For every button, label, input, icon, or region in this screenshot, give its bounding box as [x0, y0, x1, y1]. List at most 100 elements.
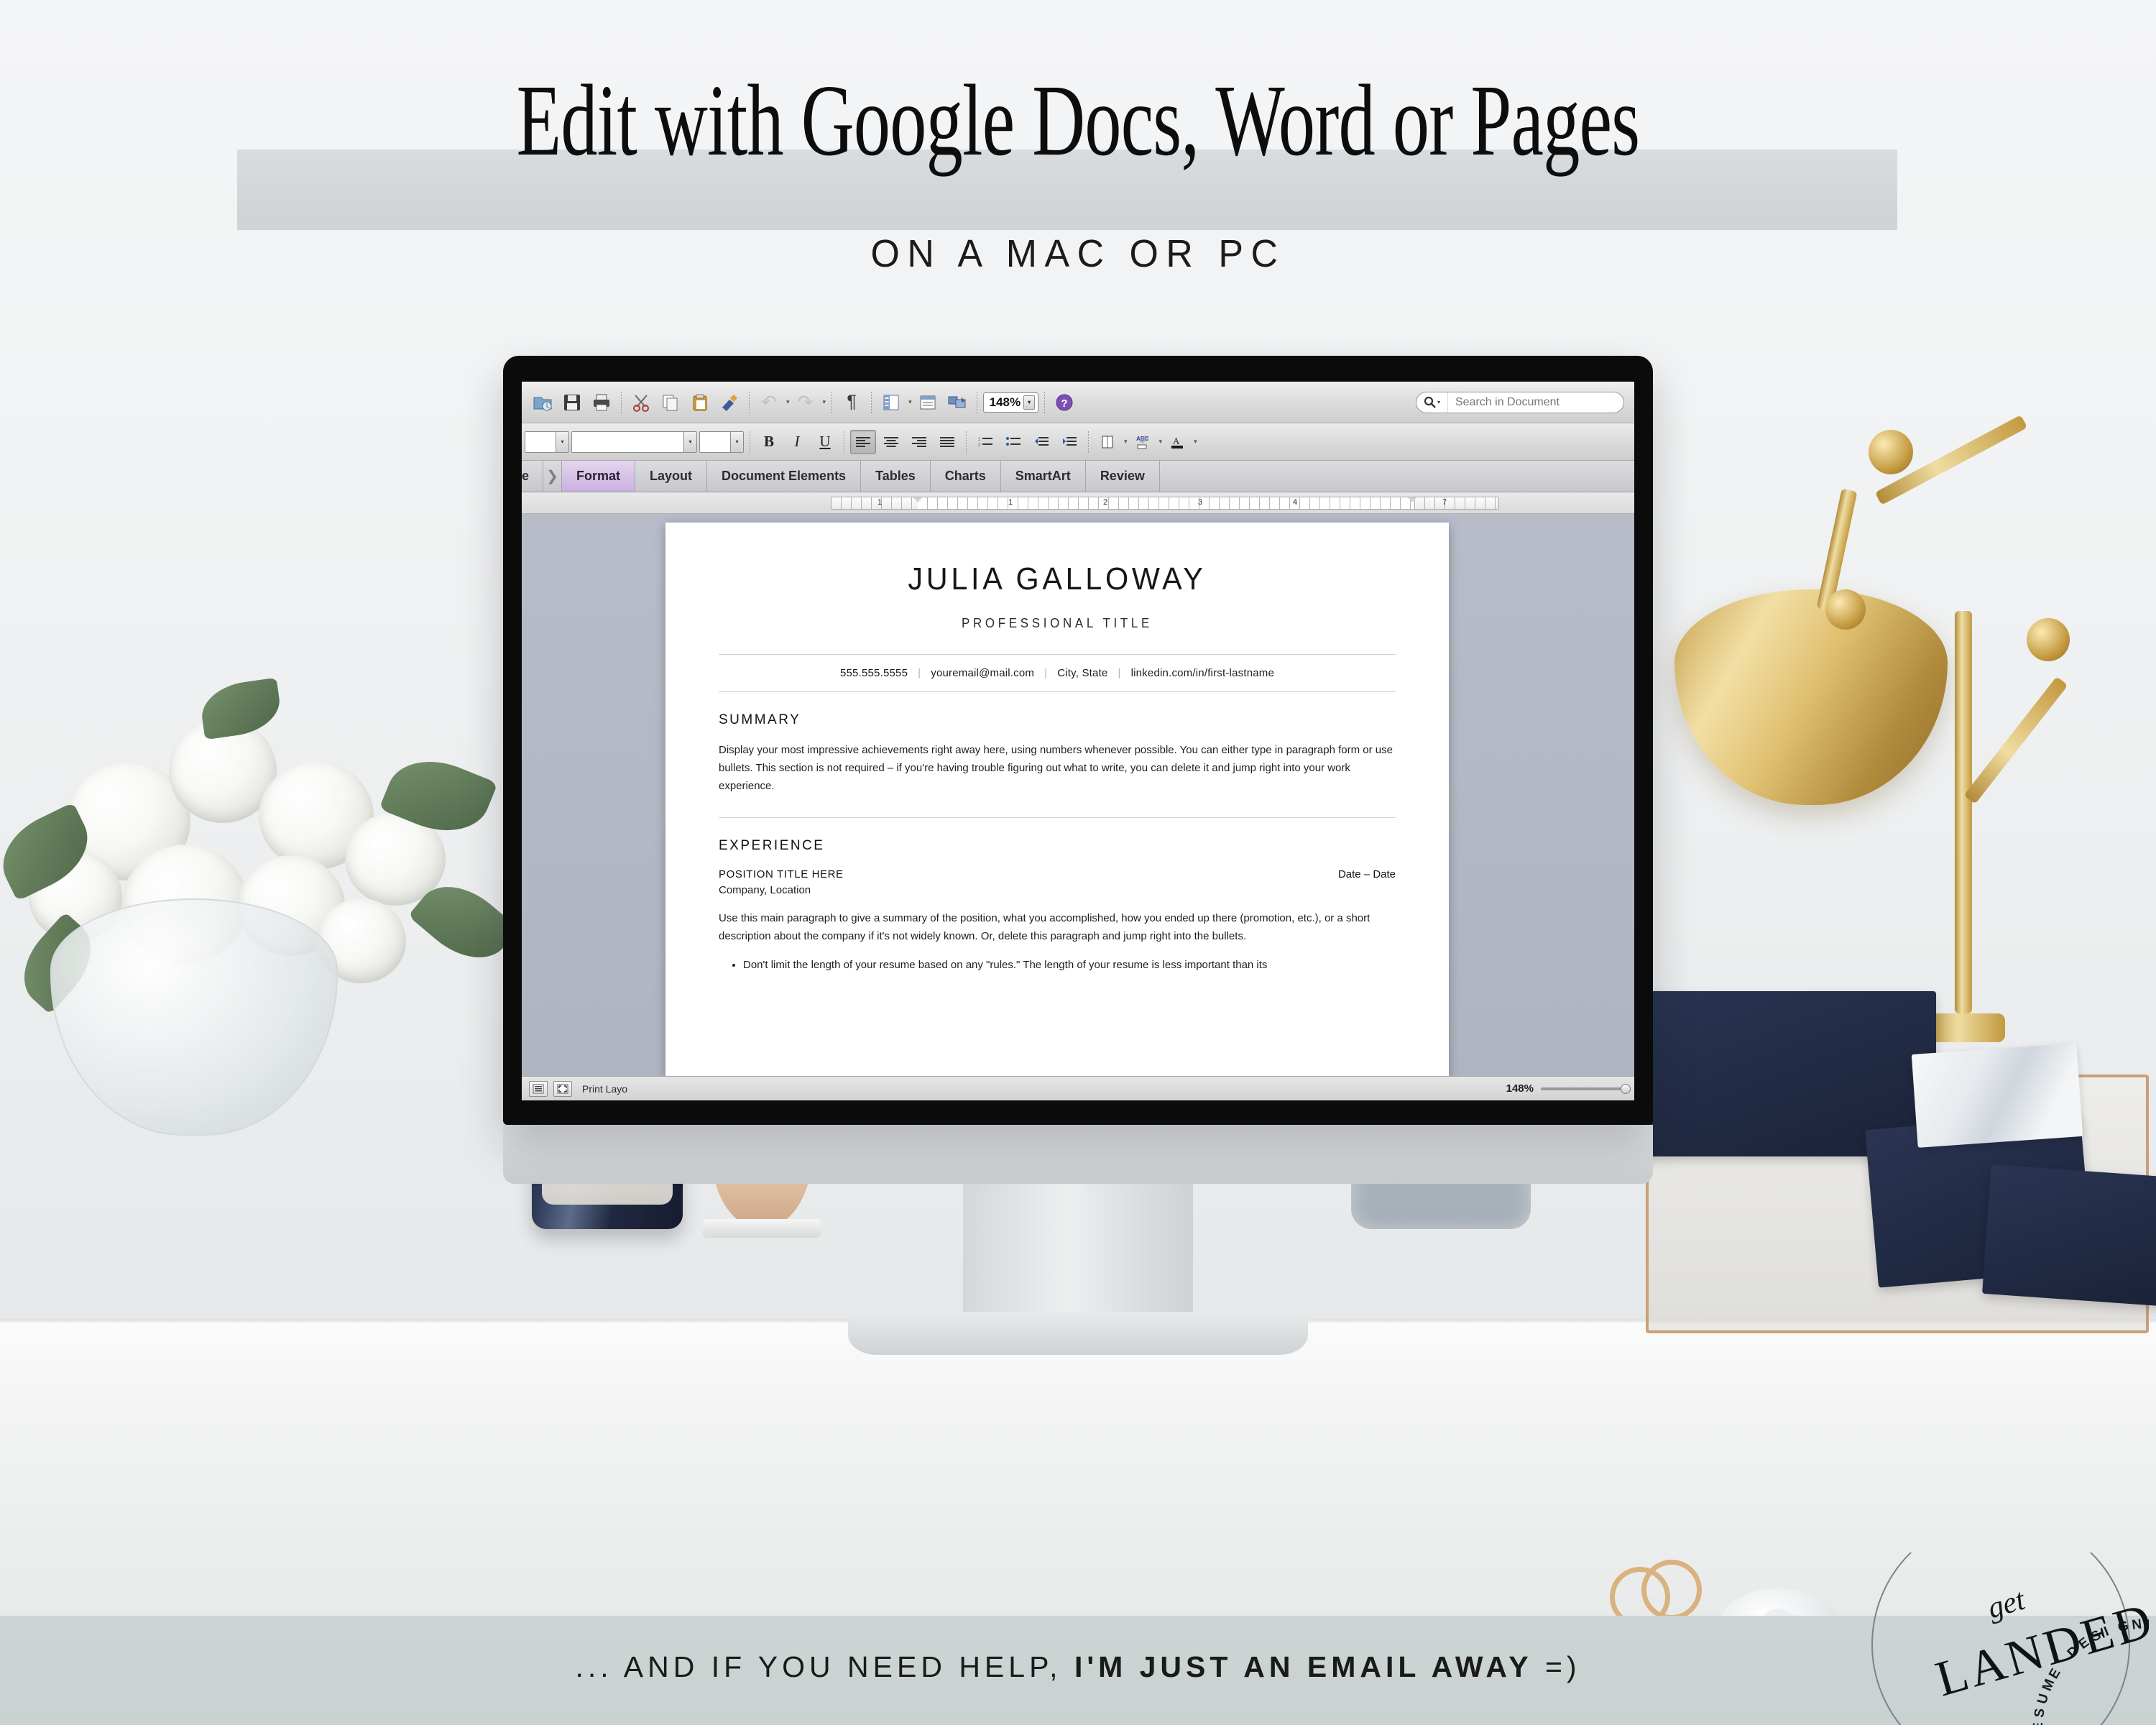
font-family-combobox[interactable]: ▾	[571, 431, 697, 453]
align-left-button[interactable]	[850, 429, 876, 454]
tab-smartart[interactable]: SmartArt	[1000, 461, 1086, 492]
section-heading-experience: EXPERIENCE	[719, 837, 825, 853]
columns-dropdown-caret[interactable]: ▾	[1124, 438, 1128, 446]
media-browser-icon[interactable]	[944, 389, 971, 416]
ruler-track[interactable]: 1 1 2 3 4 7	[831, 497, 1499, 510]
experience-dates: Date – Date	[1337, 868, 1396, 880]
copy-icon[interactable]	[657, 389, 684, 416]
search-input[interactable]	[1448, 392, 1623, 412]
align-center-button[interactable]	[878, 430, 904, 454]
bulleted-list-button[interactable]	[1000, 430, 1026, 454]
font-size-combobox[interactable]: ▾	[699, 431, 744, 453]
tab-review[interactable]: Review	[1085, 461, 1160, 492]
tab-format[interactable]: Format	[562, 461, 636, 492]
decrease-indent-button[interactable]	[1028, 430, 1054, 454]
footer-message: ... AND IF YOU NEED HELP, I'M JUST AN EM…	[0, 1650, 2156, 1684]
zoom-slider[interactable]	[1541, 1083, 1631, 1094]
imac-chin	[503, 1125, 1653, 1184]
redo-icon[interactable]: ↷	[792, 389, 819, 416]
logo-circular-char: E	[2031, 1721, 2047, 1725]
zoom-dropdown-arrow[interactable]: ▾	[1023, 395, 1036, 410]
cut-icon[interactable]	[627, 389, 655, 416]
contact-separator: |	[918, 667, 921, 679]
fullscreen-view-icon[interactable]	[553, 1080, 572, 1097]
resume-candidate-name: JULIA GALLOWAY	[908, 561, 1207, 597]
imac-stand-neck	[963, 1184, 1193, 1328]
imac-stand-foot	[848, 1312, 1308, 1355]
highlight-dropdown-caret[interactable]: ▾	[1159, 438, 1163, 446]
status-zoom-group[interactable]: 148%	[1506, 1082, 1631, 1095]
imac-computer: ↶ ▾ ↷ ▾ ¶ ▾ 148% ▾ ? ▾ Search in Documen…	[503, 356, 1653, 1355]
print-icon[interactable]	[588, 389, 615, 416]
font-color-button[interactable]: A	[1164, 430, 1190, 454]
document-canvas[interactable]: JULIA GALLOWAY PROFESSIONAL TITLE 555.55…	[522, 514, 1634, 1100]
align-justify-button[interactable]	[934, 430, 960, 454]
desk-lamp-base	[1926, 1013, 2005, 1042]
experience-paragraph: Use this main paragraph to give a summar…	[719, 911, 1370, 942]
toolbar-separator	[1088, 431, 1089, 453]
section-heading-summary: SUMMARY	[719, 712, 801, 727]
format-painter-icon[interactable]	[716, 389, 743, 416]
word-application-window: ↶ ▾ ↷ ▾ ¶ ▾ 148% ▾ ? ▾ Search in Documen…	[522, 382, 1634, 1100]
word-quick-toolbar[interactable]: ↶ ▾ ↷ ▾ ¶ ▾ 148% ▾ ? ▾ Search in Documen…	[522, 382, 1634, 423]
undo-icon[interactable]: ↶	[755, 389, 783, 416]
resume-document-page[interactable]: JULIA GALLOWAY PROFESSIONAL TITLE 555.55…	[665, 523, 1449, 1090]
sidebar-dropdown-caret[interactable]: ▾	[908, 398, 912, 406]
tab-document-elements[interactable]: Document Elements	[707, 461, 862, 492]
numbered-list-button[interactable]: 12	[972, 430, 998, 454]
toolbar-separator	[871, 391, 872, 413]
ruler-number: 2	[1103, 498, 1108, 507]
svg-text:2: 2	[978, 443, 981, 448]
word-formatting-toolbar[interactable]: ▾ ▾ ▾ B I U 1 2 ▾ ▾ A ▾	[522, 423, 1634, 461]
notebook-layout-icon[interactable]	[914, 389, 941, 416]
save-icon[interactable]	[558, 389, 586, 416]
align-right-button[interactable]	[906, 430, 932, 454]
sidebar-icon[interactable]	[877, 389, 905, 416]
bold-button[interactable]: B	[756, 430, 782, 454]
word-ruler[interactable]: 1 1 2 3 4 7	[522, 492, 1634, 514]
zoom-slider-knob[interactable]	[1621, 1083, 1631, 1094]
paste-icon[interactable]	[686, 389, 714, 416]
style-combobox[interactable]: ▾	[525, 431, 569, 453]
ruler-text-area	[918, 497, 1414, 509]
highlight-button[interactable]: ABC	[1130, 430, 1156, 454]
zoom-level-value: 148%	[989, 395, 1021, 409]
zoom-level-combobox[interactable]: 148% ▾	[982, 392, 1039, 413]
status-zoom-value: 148%	[1506, 1082, 1534, 1095]
help-icon[interactable]: ?	[1051, 389, 1078, 416]
tab-charts[interactable]: Charts	[930, 461, 1001, 492]
toolbar-separator	[749, 391, 750, 413]
experience-position-title: POSITION TITLE HERE	[719, 868, 844, 880]
get-landed-logo[interactable]: RESUMEDESIGNSFORTHE get LANDED	[1861, 1552, 2149, 1725]
tab-home[interactable]: e	[522, 461, 543, 492]
columns-button[interactable]	[1095, 430, 1120, 454]
search-in-document-box[interactable]: ▾	[1416, 391, 1624, 413]
page-view-icon[interactable]	[529, 1080, 548, 1097]
font-color-dropdown-caret[interactable]: ▾	[1194, 438, 1197, 446]
desk-lamp-pole	[1955, 611, 1972, 1013]
word-ribbon-tabs[interactable]: e ❯ Format Layout Document Elements Tabl…	[522, 461, 1634, 492]
undo-dropdown-caret[interactable]: ▾	[786, 398, 790, 406]
word-status-bar[interactable]: Print Layo 148%	[522, 1076, 1634, 1100]
tab-layout[interactable]: Layout	[635, 461, 708, 492]
contact-linkedin: linkedin.com/in/first-lastname	[1130, 667, 1275, 679]
search-icon[interactable]: ▾	[1416, 392, 1448, 413]
underline-button[interactable]: U	[812, 430, 838, 454]
increase-indent-button[interactable]	[1056, 430, 1082, 454]
redo-dropdown-caret[interactable]: ▾	[823, 398, 826, 406]
navy-folder-right	[1982, 1164, 2156, 1307]
hourglass-cap-bottom	[703, 1219, 821, 1238]
svg-text:A: A	[1173, 436, 1180, 446]
desk-surface	[0, 1322, 2156, 1617]
imac-bezel: ↶ ▾ ↷ ▾ ¶ ▾ 148% ▾ ? ▾ Search in Documen…	[503, 356, 1653, 1125]
open-recent-icon[interactable]	[529, 389, 556, 416]
desk-organizer	[1606, 991, 2156, 1333]
italic-button[interactable]: I	[784, 430, 810, 454]
tab-tables[interactable]: Tables	[861, 461, 931, 492]
ruler-right-indent-marker[interactable]	[1406, 497, 1418, 502]
ruler-left-indent-marker[interactable]	[912, 497, 923, 502]
tabs-filler	[1159, 461, 1634, 492]
experience-header-row: POSITION TITLE HERE Date – Date	[719, 868, 1396, 880]
toolbar-separator	[621, 391, 622, 413]
show-marks-icon[interactable]: ¶	[838, 389, 865, 416]
